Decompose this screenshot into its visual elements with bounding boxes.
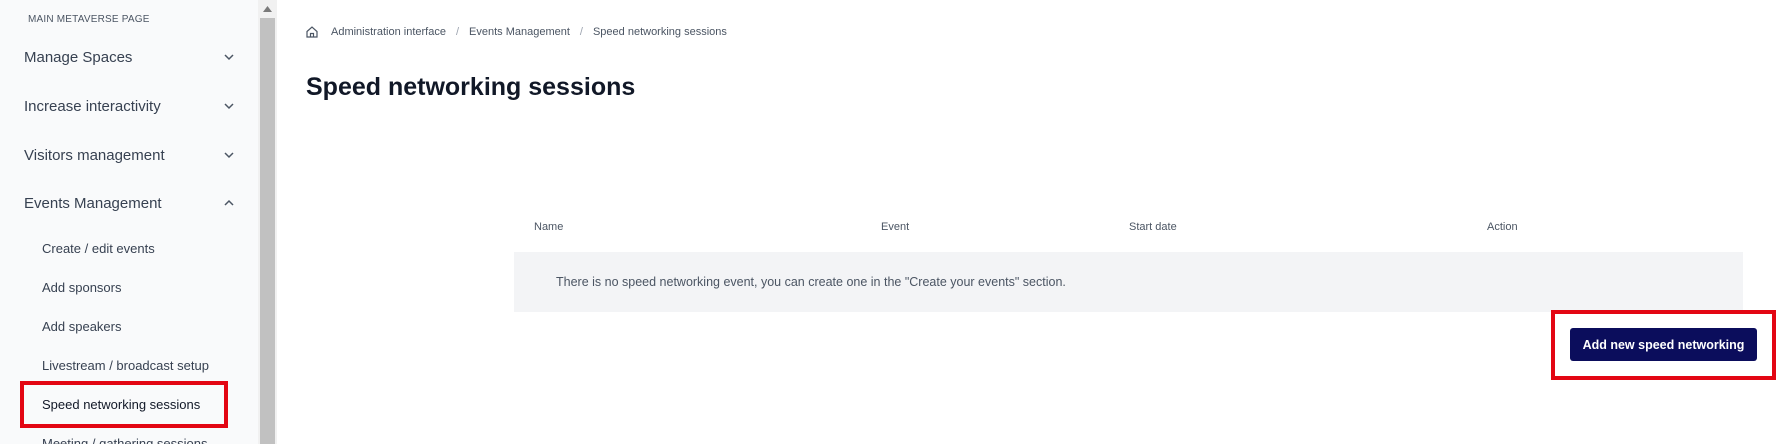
breadcrumb-item[interactable]: Events Management <box>469 26 570 38</box>
chevron-down-icon <box>224 103 234 110</box>
sidebar-item-visitors-management[interactable]: Visitors management <box>0 135 258 175</box>
scroll-up-arrow-icon[interactable] <box>258 0 277 17</box>
sidebar-item-events-management[interactable]: Events Management <box>0 183 258 223</box>
breadcrumb-separator: / <box>455 26 460 38</box>
sidebar-subitem-label: Add speakers <box>42 318 122 334</box>
table-header: Name Event Start date Action <box>514 212 1743 252</box>
sidebar-item-label: Manage Spaces <box>24 48 133 66</box>
sidebar-item-increase-interactivity[interactable]: Increase interactivity <box>0 86 258 126</box>
scrollbar-thumb[interactable] <box>260 18 275 444</box>
sidebar-item-label: Visitors management <box>24 146 165 164</box>
sidebar-subitem-label: Add sponsors <box>42 279 122 295</box>
breadcrumb-item-current: Speed networking sessions <box>592 26 727 38</box>
sidebar-subitem-add-speakers[interactable]: Add speakers <box>0 311 258 341</box>
page-title: Speed networking sessions <box>306 73 636 101</box>
sidebar-subitem-create-edit-events[interactable]: Create / edit events <box>0 233 258 263</box>
sessions-table: Name Event Start date Action There is no… <box>514 212 1743 312</box>
sidebar-subitem-meeting-gathering[interactable]: Meeting / gathering sessions <box>0 428 258 444</box>
chevron-up-icon <box>224 199 234 206</box>
sidebar-subitem-label: Livestream / broadcast setup <box>42 357 209 373</box>
breadcrumb: Administration interface / Events Manage… <box>305 25 727 39</box>
sidebar-scrollbar[interactable] <box>258 0 277 444</box>
breadcrumb-separator: / <box>579 26 583 38</box>
sidebar: MAIN METAVERSE PAGE Manage Spaces Increa… <box>0 0 258 444</box>
breadcrumb-item[interactable]: Administration interface <box>331 26 446 38</box>
column-header-name: Name <box>534 221 564 233</box>
sidebar-item-manage-spaces[interactable]: Manage Spaces <box>0 37 258 77</box>
column-header-event: Event <box>881 221 910 233</box>
home-icon[interactable] <box>305 25 319 39</box>
column-header-action: Action <box>1487 221 1518 233</box>
sidebar-subitem-label: Meeting / gathering sessions <box>42 435 208 444</box>
table-empty-row: There is no speed networking event, you … <box>514 252 1743 312</box>
sidebar-item-label: Increase interactivity <box>24 97 161 115</box>
sidebar-subitem-label: Create / edit events <box>42 240 155 256</box>
sidebar-section-label: MAIN METAVERSE PAGE <box>28 14 150 25</box>
sidebar-subitem-add-sponsors[interactable]: Add sponsors <box>0 272 258 302</box>
empty-state-message: There is no speed networking event, you … <box>556 275 1066 289</box>
chevron-down-icon <box>224 152 234 159</box>
highlight-box-sidebar <box>20 381 228 428</box>
column-header-start-date: Start date <box>1129 221 1177 233</box>
highlight-box-add-button <box>1551 310 1776 380</box>
sidebar-item-label: Events Management <box>24 194 162 212</box>
chevron-down-icon <box>224 54 234 61</box>
sidebar-subitem-livestream-setup[interactable]: Livestream / broadcast setup <box>0 350 258 380</box>
